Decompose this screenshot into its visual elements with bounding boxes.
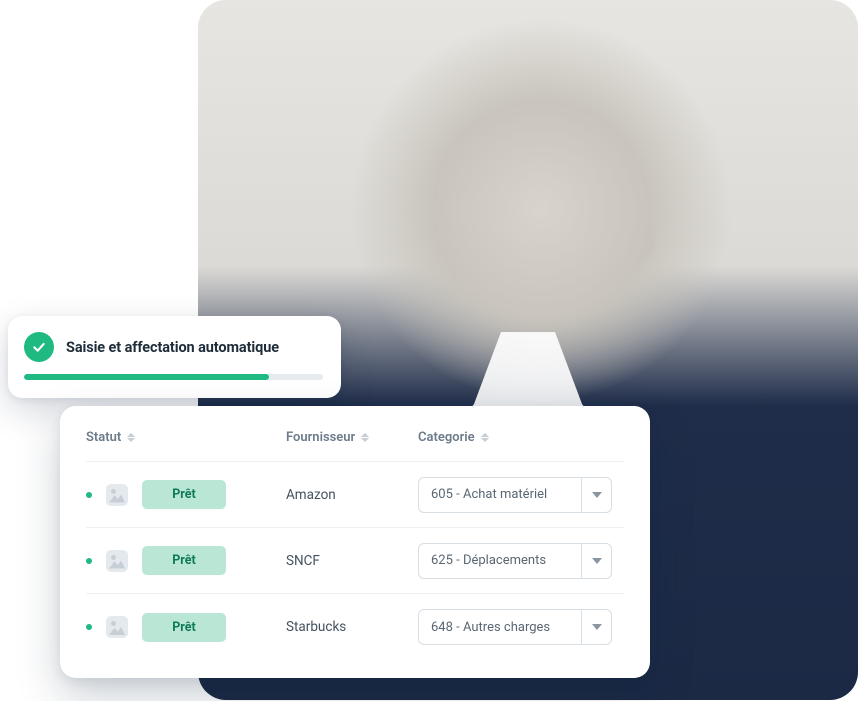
chevron-down-icon [581, 544, 611, 578]
chevron-down-icon [581, 610, 611, 644]
receipt-thumbnail-icon[interactable] [106, 616, 128, 638]
status-dot-icon [86, 492, 92, 498]
sort-icon [361, 433, 369, 442]
expenses-table-card: Statut Fournisseur Categorie Prêt Amazon [60, 406, 650, 678]
table-row: Prêt Amazon 605 - Achat matériel [86, 462, 624, 528]
sort-icon [481, 433, 489, 442]
supplier-cell: SNCF [286, 553, 418, 569]
supplier-cell: Starbucks [286, 619, 418, 635]
progress-bar-fill [24, 374, 269, 380]
receipt-thumbnail-icon[interactable] [106, 550, 128, 572]
status-dot-icon [86, 624, 92, 630]
column-header-label: Fournisseur [286, 430, 355, 445]
column-header-label: Categorie [418, 430, 475, 445]
column-header-label: Statut [86, 430, 121, 445]
progress-bar [24, 374, 323, 380]
select-value: 648 - Autres charges [431, 620, 581, 635]
table-row: Prêt SNCF 625 - Déplacements [86, 528, 624, 594]
table-header-row: Statut Fournisseur Categorie [86, 430, 624, 462]
chevron-down-icon [581, 478, 611, 512]
status-badge: Prêt [142, 613, 226, 642]
select-value: 605 - Achat matériel [431, 487, 581, 502]
column-header-status[interactable]: Statut [86, 430, 286, 445]
table-row: Prêt Starbucks 648 - Autres charges [86, 594, 624, 660]
check-circle-icon [24, 332, 54, 362]
category-select[interactable]: 605 - Achat matériel [418, 477, 612, 513]
column-header-category[interactable]: Categorie [418, 430, 624, 445]
select-value: 625 - Déplacements [431, 553, 581, 568]
status-dot-icon [86, 558, 92, 564]
progress-card: Saisie et affectation automatique [8, 316, 341, 398]
supplier-cell: Amazon [286, 487, 418, 503]
sort-icon [127, 433, 135, 442]
category-select[interactable]: 648 - Autres charges [418, 609, 612, 645]
status-badge: Prêt [142, 546, 226, 575]
receipt-thumbnail-icon[interactable] [106, 484, 128, 506]
category-select[interactable]: 625 - Déplacements [418, 543, 612, 579]
progress-title: Saisie et affectation automatique [66, 339, 279, 356]
column-header-supplier[interactable]: Fournisseur [286, 430, 418, 445]
status-badge: Prêt [142, 480, 226, 509]
